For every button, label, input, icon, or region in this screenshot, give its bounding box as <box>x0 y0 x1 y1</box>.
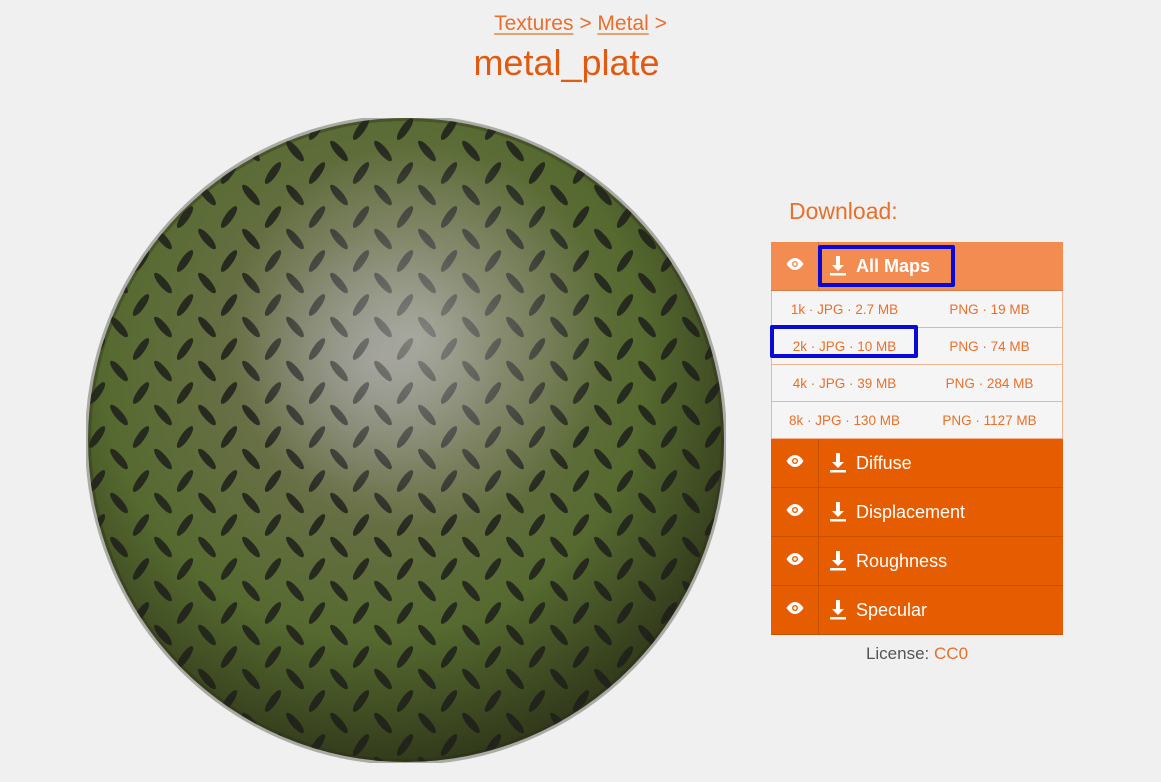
breadcrumb-link-textures[interactable]: Textures <box>494 12 573 35</box>
map-row-specular: Specular <box>771 586 1063 635</box>
map-label: Diffuse <box>856 452 912 473</box>
preview-all-maps-button[interactable] <box>771 242 819 290</box>
download-specular-button[interactable]: Specular <box>819 586 1063 634</box>
breadcrumb-separator: > <box>654 12 667 35</box>
download-2k-png[interactable]: PNG · 74 MB <box>917 328 1062 364</box>
download-heading: Download: <box>789 198 898 224</box>
download-1k-png[interactable]: PNG · 19 MB <box>917 291 1062 327</box>
all-maps-row: All Maps <box>771 242 1063 291</box>
resolution-row: 1k · JPG · 2.7 MB PNG · 19 MB <box>772 291 1062 328</box>
preview-specular-button[interactable] <box>771 586 819 634</box>
all-maps-label: All Maps <box>856 255 931 276</box>
eye-icon <box>785 454 805 473</box>
download-8k-png[interactable]: PNG · 1127 MB <box>917 402 1062 438</box>
download-4k-png[interactable]: PNG · 284 MB <box>917 365 1062 401</box>
resolution-row: 4k · JPG · 39 MB PNG · 284 MB <box>772 365 1062 402</box>
eye-icon <box>785 601 805 620</box>
download-icon <box>829 502 847 522</box>
download-icon <box>829 551 847 571</box>
license-label: License: <box>865 644 930 663</box>
breadcrumb-separator: > <box>579 12 592 35</box>
download-icon <box>829 256 847 276</box>
page-title: metal_plate <box>473 42 660 83</box>
map-row-displacement: Displacement <box>771 488 1063 537</box>
license-info: License: CC0 <box>771 644 1063 664</box>
preview-roughness-button[interactable] <box>771 537 819 585</box>
license-link[interactable]: CC0 <box>934 644 968 663</box>
download-all-maps-button[interactable]: All Maps <box>819 242 1063 290</box>
download-displacement-button[interactable]: Displacement <box>819 488 1063 536</box>
preview-displacement-button[interactable] <box>771 488 819 536</box>
breadcrumb-link-metal[interactable]: Metal <box>597 12 648 35</box>
texture-preview-sphere <box>85 115 727 765</box>
download-icon <box>829 600 847 620</box>
download-roughness-button[interactable]: Roughness <box>819 537 1063 585</box>
preview-diffuse-button[interactable] <box>771 439 819 487</box>
download-icon <box>829 453 847 473</box>
breadcrumb: Textures > Metal > <box>0 12 1161 36</box>
download-2k-jpg[interactable]: 2k · JPG · 10 MB <box>772 328 917 364</box>
eye-icon <box>785 503 805 522</box>
download-panel: All Maps 1k · JPG · 2.7 MB PNG · 19 MB 2… <box>771 242 1063 635</box>
download-diffuse-button[interactable]: Diffuse <box>819 439 1063 487</box>
map-label: Roughness <box>856 550 948 571</box>
download-4k-jpg[interactable]: 4k · JPG · 39 MB <box>772 365 917 401</box>
eye-icon <box>785 257 805 276</box>
resolution-row: 2k · JPG · 10 MB PNG · 74 MB <box>772 328 1062 365</box>
download-1k-jpg[interactable]: 1k · JPG · 2.7 MB <box>772 291 917 327</box>
map-row-roughness: Roughness <box>771 537 1063 586</box>
eye-icon <box>785 552 805 571</box>
download-8k-jpg[interactable]: 8k · JPG · 130 MB <box>772 402 917 438</box>
map-label: Specular <box>856 599 928 620</box>
map-label: Displacement <box>856 501 966 522</box>
resolution-options: 1k · JPG · 2.7 MB PNG · 19 MB 2k · JPG ·… <box>771 291 1063 439</box>
map-row-diffuse: Diffuse <box>771 439 1063 488</box>
resolution-row: 8k · JPG · 130 MB PNG · 1127 MB <box>772 402 1062 439</box>
